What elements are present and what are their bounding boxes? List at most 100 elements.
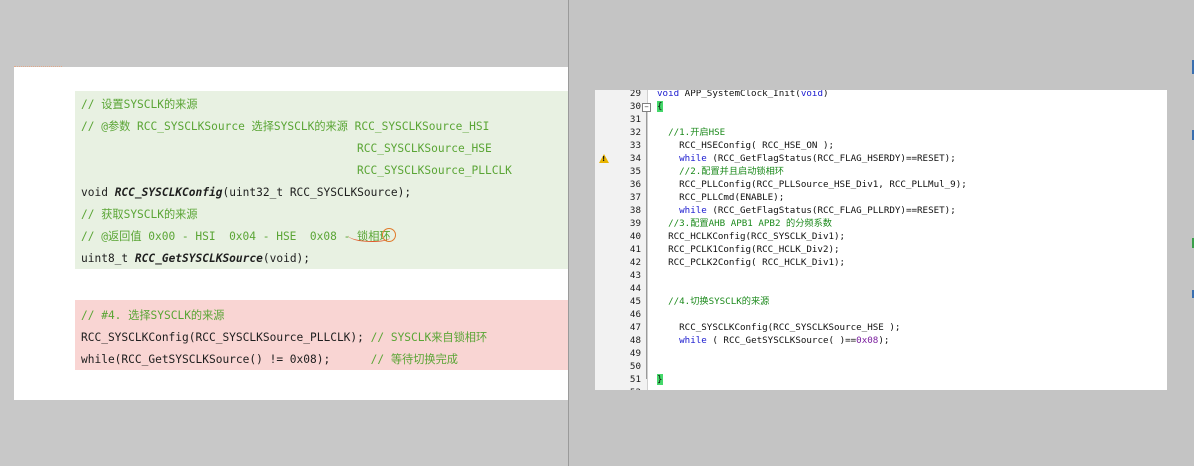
code-text: //3.配置AHB APB1 APB2 的分频系数 [657,217,832,230]
keyword-token: void [657,90,680,99]
code-line[interactable]: 51} [595,373,1167,386]
code-line[interactable]: 46 [595,308,1167,321]
line-number: 40 [629,231,641,242]
function-name: RCC_GetSYSCLKSource [134,252,263,265]
code-token: (RCC_GetFlagStatus(RCC_FLAG_PLLRDY)==RES… [706,205,956,216]
code-line[interactable]: 45 //4.切换SYSCLK的来源 [595,295,1167,308]
doc-line: // 设置SYSCLK的来源 [81,98,198,111]
code-token: RCC_PCLK1Config(RCC_HCLK_Div2); [657,244,840,255]
line-number: 44 [629,283,641,294]
doc-text: uint8_t [81,252,135,265]
line-number: 49 [629,348,641,359]
code-line[interactable]: 39 //3.配置AHB APB1 APB2 的分频系数 [595,217,1167,230]
line-number: 41 [629,244,641,255]
code-token: RCC_PLLConfig(RCC_PLLSource_HSE_Div1, RC… [657,179,967,190]
line-number: 42 [629,257,641,268]
code-line[interactable]: 52 [595,386,1167,390]
doc-comment: // 等待切换完成 [370,353,458,366]
line-number: 33 [629,140,641,151]
code-example-block: // #4. 选择SYSCLK的来源 RCC_SYSCLKConfig(RCC_… [75,300,569,370]
code-text: //2.配置并且启动锁相环 [657,165,784,178]
code-line[interactable]: 35 //2.配置并且启动锁相环 [595,165,1167,178]
warning-glyph: ! [602,155,606,163]
line-number: 43 [629,270,641,281]
line-number: 30 [629,101,641,112]
code-line[interactable]: 40 RCC_HCLKConfig(RCC_SYSCLK_Div1); [595,230,1167,243]
doc-line: RCC_SYSCLKSource_HSE [357,142,492,155]
code-line[interactable]: 37 RCC_PLLCmd(ENABLE); [595,191,1167,204]
line-number: 37 [629,192,641,203]
doc-line: // @返回值 0x00 - HSI 0x04 - HSE 0x08 - 锁相环 [81,230,391,243]
doc-line: void RCC_SYSCLKConfig(uint32_t RCC_SYSCL… [81,186,411,200]
code-line[interactable]: 41 RCC_PCLK1Config(RCC_HCLK_Div2); [595,243,1167,256]
line-number: 45 [629,296,641,307]
doc-line: // #4. 选择SYSCLK的来源 [81,309,225,322]
code-token: (RCC_GetFlagStatus(RCC_FLAG_HSERDY)==RES… [706,153,956,164]
code-text: void APP_SystemClock_Init(void) [657,90,829,100]
warning-icon[interactable]: ! [599,154,609,163]
code-line[interactable]: 34 while (RCC_GetFlagStatus(RCC_FLAG_HSE… [595,152,1167,165]
doc-line: RCC_SYSCLKConfig(RCC_SYSCLKSource_PLLCLK… [81,331,487,345]
doc-text: while(RCC_GetSYSCLKSource() != 0x08); [81,353,371,366]
code-line[interactable]: 33 RCC_HSEConfig( RCC_HSE_ON ); [595,139,1167,152]
code-editor[interactable]: 29 void APP_SystemClock_Init(void) 30{31 32… [595,90,1167,390]
line-number: 46 [629,309,641,320]
number-token: 0x08 [856,335,879,346]
code-line[interactable]: 30 { [595,100,1167,113]
code-token: ) [822,90,829,99]
code-line[interactable]: 42 RCC_PCLK2Config( RCC_HCLK_Div1); [595,256,1167,269]
line-number: 29 [629,90,641,99]
line-number: 31 [629,114,641,125]
line-number: 52 [619,386,641,390]
code-line[interactable]: 50 [595,360,1167,373]
code-text: RCC_HCLKConfig(RCC_SYSCLK_Div1); [657,230,845,243]
brace-token: { [657,101,663,112]
function-name: RCC_SYSCLKConfig [114,186,223,199]
line-number: 35 [629,166,641,177]
code-token: ); [878,335,890,346]
handwritten-circle [382,228,396,242]
comment-token: //2.配置并且启动锁相环 [657,166,784,177]
editor-pane: 29 void APP_SystemClock_Init(void) 30{31 32… [569,0,1194,466]
line-number: 48 [629,335,641,346]
code-text: while (RCC_GetFlagStatus(RCC_FLAG_PLLRDY… [657,204,956,217]
code-text: } [657,373,663,386]
code-text: while (RCC_GetFlagStatus(RCC_FLAG_HSERDY… [657,152,956,165]
code-line[interactable]: 36 RCC_PLLConfig(RCC_PLLSource_HSE_Div1,… [595,178,1167,191]
code-line[interactable]: 49 [595,347,1167,360]
code-text: RCC_PCLK2Config( RCC_HCLK_Div1); [657,256,845,269]
line-number: 50 [629,361,641,372]
doc-line: RCC_SYSCLKSource_PLLCLK [357,164,512,177]
doc-line: // @参数 RCC_SYSCLKSource 选择SYSCLK的来源 RCC_… [81,120,490,133]
line-number: 36 [629,179,641,190]
doc-line: uint8_t RCC_GetSYSCLKSource(void); [81,252,310,266]
code-token: RCC_HSEConfig( RCC_HSE_ON ); [657,140,835,151]
code-line[interactable]: 29 void APP_SystemClock_Init(void) [595,90,1167,100]
brace-token: } [657,374,663,385]
code-line[interactable]: 48 while ( RCC_GetSYSCLKSource( )==0x08)… [595,334,1167,347]
code-line[interactable]: 31 [595,113,1167,126]
document-page: // 设置SYSCLK的来源 // @参数 RCC_SYSCLKSource 选… [14,67,569,400]
code-line[interactable]: 32 //1.开启HSE [595,126,1167,139]
code-token: RCC_PCLK2Config( RCC_HCLK_Div1); [657,257,846,268]
line-number: 51 [629,374,641,385]
code-text: { [657,100,663,113]
code-line[interactable]: 47 RCC_SYSCLKConfig(RCC_SYSCLKSource_HSE… [595,321,1167,334]
code-line[interactable]: 43 [595,269,1167,282]
code-token: ( RCC_GetSYSCLKSource( )== [706,335,857,346]
line-number: 38 [629,205,641,216]
comment-token: //1.开启HSE [657,127,726,138]
document-pane: // 设置SYSCLK的来源 // @参数 RCC_SYSCLKSource 选… [0,0,569,466]
line-number: 39 [629,218,641,229]
keyword-token: while [679,153,707,164]
keyword-token: void [800,90,823,99]
code-text: RCC_PLLConfig(RCC_PLLSource_HSE_Div1, RC… [657,178,967,191]
api-reference-block: // 设置SYSCLK的来源 // @参数 RCC_SYSCLKSource 选… [75,91,569,269]
line-number: 32 [629,127,641,138]
code-line[interactable]: 38 while (RCC_GetFlagStatus(RCC_FLAG_PLL… [595,204,1167,217]
doc-line: while(RCC_GetSYSCLKSource() != 0x08); //… [81,353,458,367]
fold-collapse-icon[interactable]: − [642,103,651,112]
code-line[interactable]: 44 [595,282,1167,295]
